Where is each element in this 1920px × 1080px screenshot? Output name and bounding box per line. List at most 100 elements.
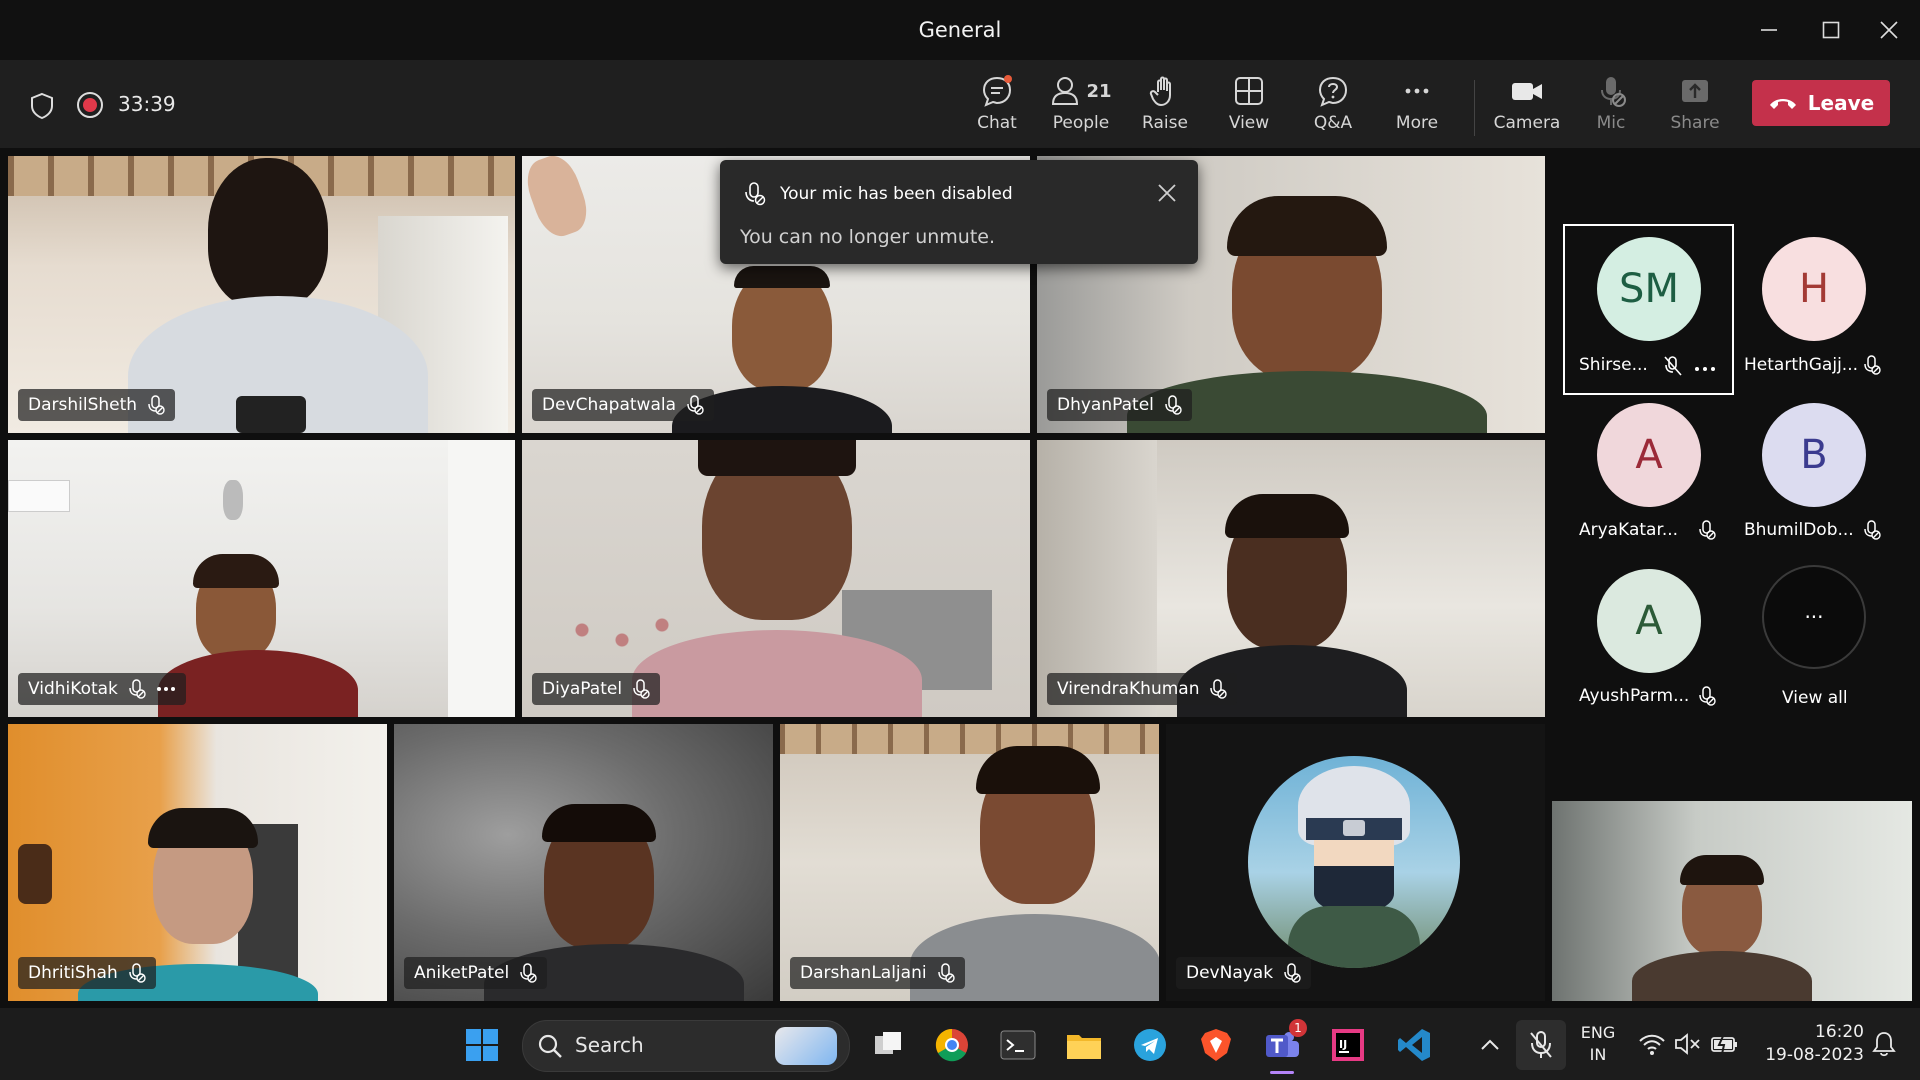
start-button[interactable] bbox=[460, 1023, 504, 1067]
participant-nametag: DhritiShah bbox=[18, 957, 156, 989]
task-view-icon bbox=[875, 1032, 901, 1054]
roster-name: AryaKatar... bbox=[1579, 520, 1679, 540]
chrome-icon bbox=[935, 1028, 968, 1062]
mic-muted-icon bbox=[1530, 1031, 1552, 1058]
view-all-button[interactable]: ··· bbox=[1762, 565, 1866, 669]
maximize-icon bbox=[1822, 21, 1840, 39]
mic-off-icon bbox=[687, 395, 704, 415]
mic-off-icon bbox=[1165, 395, 1182, 415]
svg-text:IJ: IJ bbox=[1339, 1038, 1347, 1051]
share-button[interactable]: Share bbox=[1655, 70, 1735, 140]
participant-nametag: DarshanLaljani bbox=[790, 957, 965, 989]
search-highlight-icon bbox=[775, 1027, 837, 1065]
qa-button[interactable]: Q&A bbox=[1293, 70, 1373, 140]
meeting-timer: 33:39 bbox=[118, 92, 176, 116]
mic-off-icon bbox=[129, 679, 146, 699]
notification-bell-icon bbox=[1872, 1032, 1896, 1057]
close-icon bbox=[1158, 184, 1176, 202]
roster-name: BhumilDob... bbox=[1744, 520, 1854, 540]
camera-icon bbox=[1512, 83, 1542, 100]
mic-off-icon bbox=[744, 182, 766, 210]
teams-notification-badge: 1 bbox=[1289, 1019, 1307, 1037]
mic-off-icon bbox=[937, 963, 955, 983]
camera-button[interactable]: Camera bbox=[1487, 70, 1567, 140]
mic-off-icon bbox=[633, 679, 650, 699]
people-count: 21 bbox=[1086, 80, 1112, 102]
telegram-icon bbox=[1134, 1029, 1166, 1061]
avatar[interactable]: A bbox=[1597, 569, 1701, 673]
volume-muted-icon[interactable] bbox=[1674, 1032, 1702, 1060]
brave-app[interactable] bbox=[1194, 1023, 1238, 1067]
vscode-app[interactable] bbox=[1392, 1023, 1436, 1067]
avatar[interactable]: B bbox=[1762, 403, 1866, 507]
video-tile[interactable]: DarshilSheth bbox=[8, 156, 515, 433]
mic-off-icon bbox=[1863, 355, 1881, 379]
notifications-button[interactable] bbox=[1870, 1030, 1898, 1062]
windows-start-icon bbox=[466, 1029, 498, 1061]
mic-off-icon bbox=[148, 395, 165, 415]
video-tile[interactable]: DhritiShah bbox=[8, 724, 387, 1001]
minimize-button[interactable] bbox=[1738, 0, 1800, 60]
roster-name: AyushParm... bbox=[1579, 686, 1690, 706]
chrome-app[interactable] bbox=[930, 1023, 974, 1067]
video-tile[interactable]: VidhiKotak bbox=[8, 440, 515, 717]
more-button[interactable]: More bbox=[1377, 70, 1457, 140]
chevron-up-icon bbox=[1481, 1039, 1499, 1050]
shield-icon[interactable] bbox=[28, 92, 56, 124]
leave-button[interactable]: Leave bbox=[1752, 80, 1890, 126]
task-view-button[interactable] bbox=[866, 1023, 910, 1067]
chat-icon bbox=[982, 75, 1012, 107]
view-all-label[interactable]: View all bbox=[1782, 688, 1848, 708]
video-tile[interactable]: VirendraKhuman bbox=[1037, 440, 1545, 717]
video-tile[interactable]: DiyaPatel bbox=[522, 440, 1030, 717]
profile-picture-avatar bbox=[1248, 756, 1460, 968]
terminal-icon bbox=[1000, 1030, 1036, 1060]
telegram-app[interactable] bbox=[1128, 1023, 1172, 1067]
mic-button[interactable]: Mic bbox=[1571, 70, 1651, 140]
avatar[interactable]: H bbox=[1762, 237, 1866, 341]
video-tile[interactable]: DarshanLaljani bbox=[780, 724, 1159, 1001]
mic-off-icon bbox=[1698, 686, 1716, 710]
intellij-app[interactable]: IJ bbox=[1326, 1023, 1370, 1067]
language-indicator[interactable]: ENG IN bbox=[1580, 1022, 1616, 1066]
show-hidden-icons-button[interactable] bbox=[1468, 1023, 1512, 1067]
view-button[interactable]: View bbox=[1209, 70, 1289, 140]
raise-hand-button[interactable]: Raise bbox=[1125, 70, 1205, 140]
recording-icon bbox=[77, 92, 103, 118]
wifi-icon[interactable] bbox=[1638, 1032, 1666, 1060]
mic-muted-tray-button[interactable] bbox=[1516, 1020, 1566, 1070]
brave-icon bbox=[1201, 1029, 1231, 1061]
minimize-icon bbox=[1761, 29, 1777, 31]
roster-name: HetarthGajj... bbox=[1744, 355, 1859, 375]
chat-button[interactable]: Chat bbox=[957, 70, 1037, 140]
mic-off-icon bbox=[520, 963, 537, 983]
toolbar-divider bbox=[1474, 80, 1475, 136]
terminal-app[interactable] bbox=[996, 1023, 1040, 1067]
close-icon bbox=[1880, 21, 1898, 39]
roster-name: Shirse... bbox=[1579, 355, 1648, 375]
people-icon bbox=[1052, 77, 1079, 105]
view-grid-icon bbox=[1235, 77, 1263, 105]
avatar[interactable]: A bbox=[1597, 403, 1701, 507]
participant-nametag: DiyaPatel bbox=[532, 673, 661, 705]
people-button[interactable]: 21 People bbox=[1041, 70, 1121, 140]
video-tile[interactable]: AniketPatel bbox=[394, 724, 773, 1001]
self-view-video[interactable] bbox=[1552, 801, 1912, 1001]
close-window-button[interactable] bbox=[1858, 0, 1920, 60]
file-explorer-app[interactable] bbox=[1062, 1023, 1106, 1067]
taskbar-search[interactable]: Search bbox=[522, 1020, 850, 1072]
toast-close-button[interactable] bbox=[1156, 182, 1178, 208]
participant-nametag: VidhiKotak bbox=[18, 673, 186, 705]
avatar[interactable]: SM bbox=[1597, 237, 1701, 341]
video-tile[interactable]: DevNayak bbox=[1166, 724, 1545, 1001]
battery-charging-icon[interactable] bbox=[1710, 1032, 1740, 1060]
intellij-icon: IJ bbox=[1332, 1029, 1364, 1061]
more-options-icon[interactable] bbox=[1694, 358, 1716, 377]
raise-hand-icon bbox=[1149, 76, 1171, 106]
participant-nametag: DarshilSheth bbox=[18, 389, 176, 421]
mic-off-icon bbox=[1698, 520, 1716, 544]
mic-off-icon bbox=[1210, 679, 1228, 699]
clock[interactable]: 16:20 19-08-2023 bbox=[1752, 1021, 1864, 1067]
maximize-button[interactable] bbox=[1800, 0, 1862, 60]
mic-disabled-icon bbox=[1601, 77, 1626, 107]
